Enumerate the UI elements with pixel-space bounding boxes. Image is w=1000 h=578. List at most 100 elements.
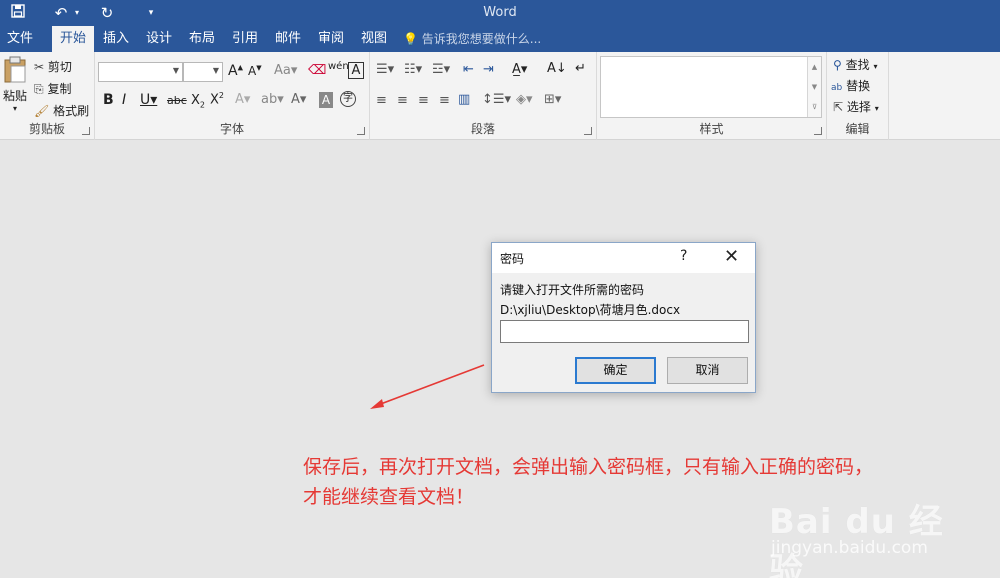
- tab-references[interactable]: 引用: [227, 26, 263, 52]
- underline-icon[interactable]: U▾: [140, 92, 157, 108]
- font-name-combo[interactable]: ▼: [98, 62, 183, 82]
- align-right-icon[interactable]: ≡: [418, 93, 429, 108]
- editing-group-label: 编辑: [845, 122, 870, 136]
- tab-view[interactable]: 视图: [356, 26, 392, 52]
- sort-icon[interactable]: A↓: [547, 61, 567, 76]
- format-painter-label: 格式刷: [53, 104, 90, 118]
- numbering-icon[interactable]: ☷▾: [404, 62, 422, 77]
- help-icon[interactable]: ?: [680, 248, 687, 264]
- borders-icon[interactable]: ⊞▾: [544, 92, 561, 107]
- phonetic-guide-icon[interactable]: wén: [328, 61, 349, 72]
- scissors-icon: ✂: [34, 60, 45, 74]
- copy-button[interactable]: ⎘ 复制: [34, 80, 71, 97]
- dialog-title-bar: 密码 ? ✕: [492, 243, 755, 273]
- password-dialog: 密码 ? ✕ 请键入打开文件所需的密码 D:\xjliu\Desktop\荷塘月…: [491, 242, 756, 393]
- paste-label: 粘贴: [2, 89, 27, 103]
- copy-icon: ⎘: [34, 82, 44, 96]
- font-color-icon[interactable]: A▾: [291, 92, 306, 107]
- watermark-url: jingyan.baidu.com: [771, 538, 928, 558]
- increase-indent-icon[interactable]: ⇥: [483, 62, 494, 77]
- paste-button[interactable]: 粘贴 ▾: [0, 56, 30, 120]
- justify-icon[interactable]: ≡: [439, 93, 450, 108]
- file-path: D:\xjliu\Desktop\荷塘月色.docx: [500, 303, 681, 317]
- window-title: Word: [483, 5, 517, 20]
- select-button[interactable]: ⇱ 选择 ▾: [833, 98, 879, 115]
- clipboard-launcher-icon[interactable]: [82, 127, 90, 135]
- strikethrough-icon[interactable]: abc: [167, 94, 187, 107]
- chevron-down-icon: ▾: [874, 104, 879, 113]
- styles-launcher-icon[interactable]: [814, 127, 822, 135]
- ok-button[interactable]: 确定: [575, 357, 656, 384]
- tell-me-text: 告诉我您想要做什么...: [421, 32, 542, 46]
- cursor-arrow-icon: ⇱: [833, 100, 844, 114]
- styles-gallery[interactable]: ▲ ▼ ⊽: [600, 56, 822, 118]
- cut-button[interactable]: ✂ 剪切: [34, 58, 72, 75]
- bold-icon[interactable]: B: [103, 92, 114, 108]
- lightbulb-icon: 💡: [403, 32, 418, 46]
- line-spacing-icon[interactable]: ↕☰▾: [482, 92, 511, 107]
- highlight-icon[interactable]: ab▾: [261, 92, 284, 107]
- tell-me-search[interactable]: 💡 告诉我您想要做什么...: [403, 26, 541, 52]
- shrink-font-icon[interactable]: A▼: [248, 64, 262, 78]
- character-shading-icon[interactable]: A: [319, 92, 333, 108]
- tab-review[interactable]: 审阅: [313, 26, 349, 52]
- scroll-down-icon[interactable]: ▼: [808, 77, 821, 97]
- shading-icon[interactable]: ◈▾: [516, 92, 533, 107]
- italic-icon[interactable]: I: [122, 92, 126, 108]
- chinese-layout-icon[interactable]: A̲▾: [512, 62, 527, 77]
- copy-label: 复制: [47, 82, 72, 96]
- tab-file[interactable]: 文件: [0, 26, 40, 52]
- clipboard-group-label: 剪贴板: [28, 122, 65, 136]
- close-icon[interactable]: ✕: [724, 246, 739, 267]
- baidu-watermark: Bai du 经验 jingyan.baidu.com: [763, 488, 963, 578]
- find-button[interactable]: ⚲ 查找 ▾: [833, 56, 877, 73]
- clipboard-group: 粘贴 ▾ ✂ 剪切 ⎘ 复制 🖌 格式刷 剪贴板: [0, 52, 95, 140]
- format-painter-button[interactable]: 🖌 格式刷: [34, 102, 89, 119]
- more-styles-icon[interactable]: ⊽: [808, 97, 821, 117]
- ribbon: 粘贴 ▾ ✂ 剪切 ⎘ 复制 🖌 格式刷 剪贴板 ▼ ▼ A▲ A▼ Aa▾ ⌫: [0, 52, 1000, 140]
- ribbon-tabs: 文件 开始 插入 设计 布局 引用 邮件 审阅 视图 💡 告诉我您想要做什么..…: [0, 26, 1000, 52]
- find-label: 查找: [845, 58, 870, 72]
- paragraph-group-label: 段落: [470, 122, 495, 136]
- bullets-icon[interactable]: ☰▾: [376, 62, 394, 77]
- align-center-icon[interactable]: ≡: [397, 93, 408, 108]
- font-group: ▼ ▼ A▲ A▼ Aa▾ ⌫ wén A B I U▾ abc X2 X2 A…: [95, 52, 370, 140]
- change-case-icon[interactable]: Aa▾: [274, 63, 297, 78]
- cut-label: 剪切: [47, 60, 72, 74]
- tab-design[interactable]: 设计: [141, 26, 177, 52]
- title-bar: ↶ ▾ ↻ ▾ Word: [0, 0, 1000, 26]
- character-border-icon[interactable]: A: [348, 62, 364, 79]
- enclose-characters-icon[interactable]: 字: [340, 91, 356, 107]
- show-marks-icon[interactable]: ↵: [575, 61, 586, 76]
- tab-layout[interactable]: 布局: [184, 26, 220, 52]
- tab-mailings[interactable]: 邮件: [270, 26, 306, 52]
- select-label: 选择: [846, 100, 871, 114]
- cancel-button[interactable]: 取消: [667, 357, 748, 384]
- font-group-label: 字体: [219, 122, 244, 136]
- replace-label: 替换: [846, 79, 871, 93]
- replace-button[interactable]: ab 替换: [831, 77, 870, 94]
- tab-insert[interactable]: 插入: [98, 26, 134, 52]
- clipboard-icon: [4, 56, 26, 83]
- font-launcher-icon[interactable]: [357, 127, 365, 135]
- distributed-icon[interactable]: ▥: [458, 92, 470, 107]
- paragraph-launcher-icon[interactable]: [584, 127, 592, 135]
- paintbrush-icon: 🖌: [34, 104, 50, 118]
- chevron-down-icon: ▼: [172, 66, 179, 75]
- paragraph-group: ☰▾ ☷▾ ☲▾ ⇤ ⇥ A̲▾ A↓ ↵ ≡ ≡ ≡ ≡ ▥ ↕☰▾ ◈▾ ⊞…: [370, 52, 597, 140]
- subscript-icon[interactable]: X2: [191, 93, 205, 110]
- text-effects-icon[interactable]: A▾: [235, 92, 250, 107]
- align-left-icon[interactable]: ≡: [376, 93, 387, 108]
- tab-home[interactable]: 开始: [52, 26, 94, 52]
- font-size-combo[interactable]: ▼: [183, 62, 223, 82]
- styles-scrollbar[interactable]: ▲ ▼ ⊽: [807, 57, 821, 117]
- password-input[interactable]: [500, 320, 749, 343]
- clear-formatting-icon[interactable]: ⌫: [308, 63, 326, 78]
- replace-icon: ab: [831, 83, 843, 93]
- chevron-down-icon: ▾: [873, 62, 878, 71]
- decrease-indent-icon[interactable]: ⇤: [463, 62, 474, 77]
- superscript-icon[interactable]: X2: [210, 91, 224, 107]
- multilevel-list-icon[interactable]: ☲▾: [432, 62, 450, 77]
- scroll-up-icon[interactable]: ▲: [808, 57, 821, 77]
- grow-font-icon[interactable]: A▲: [228, 63, 243, 79]
